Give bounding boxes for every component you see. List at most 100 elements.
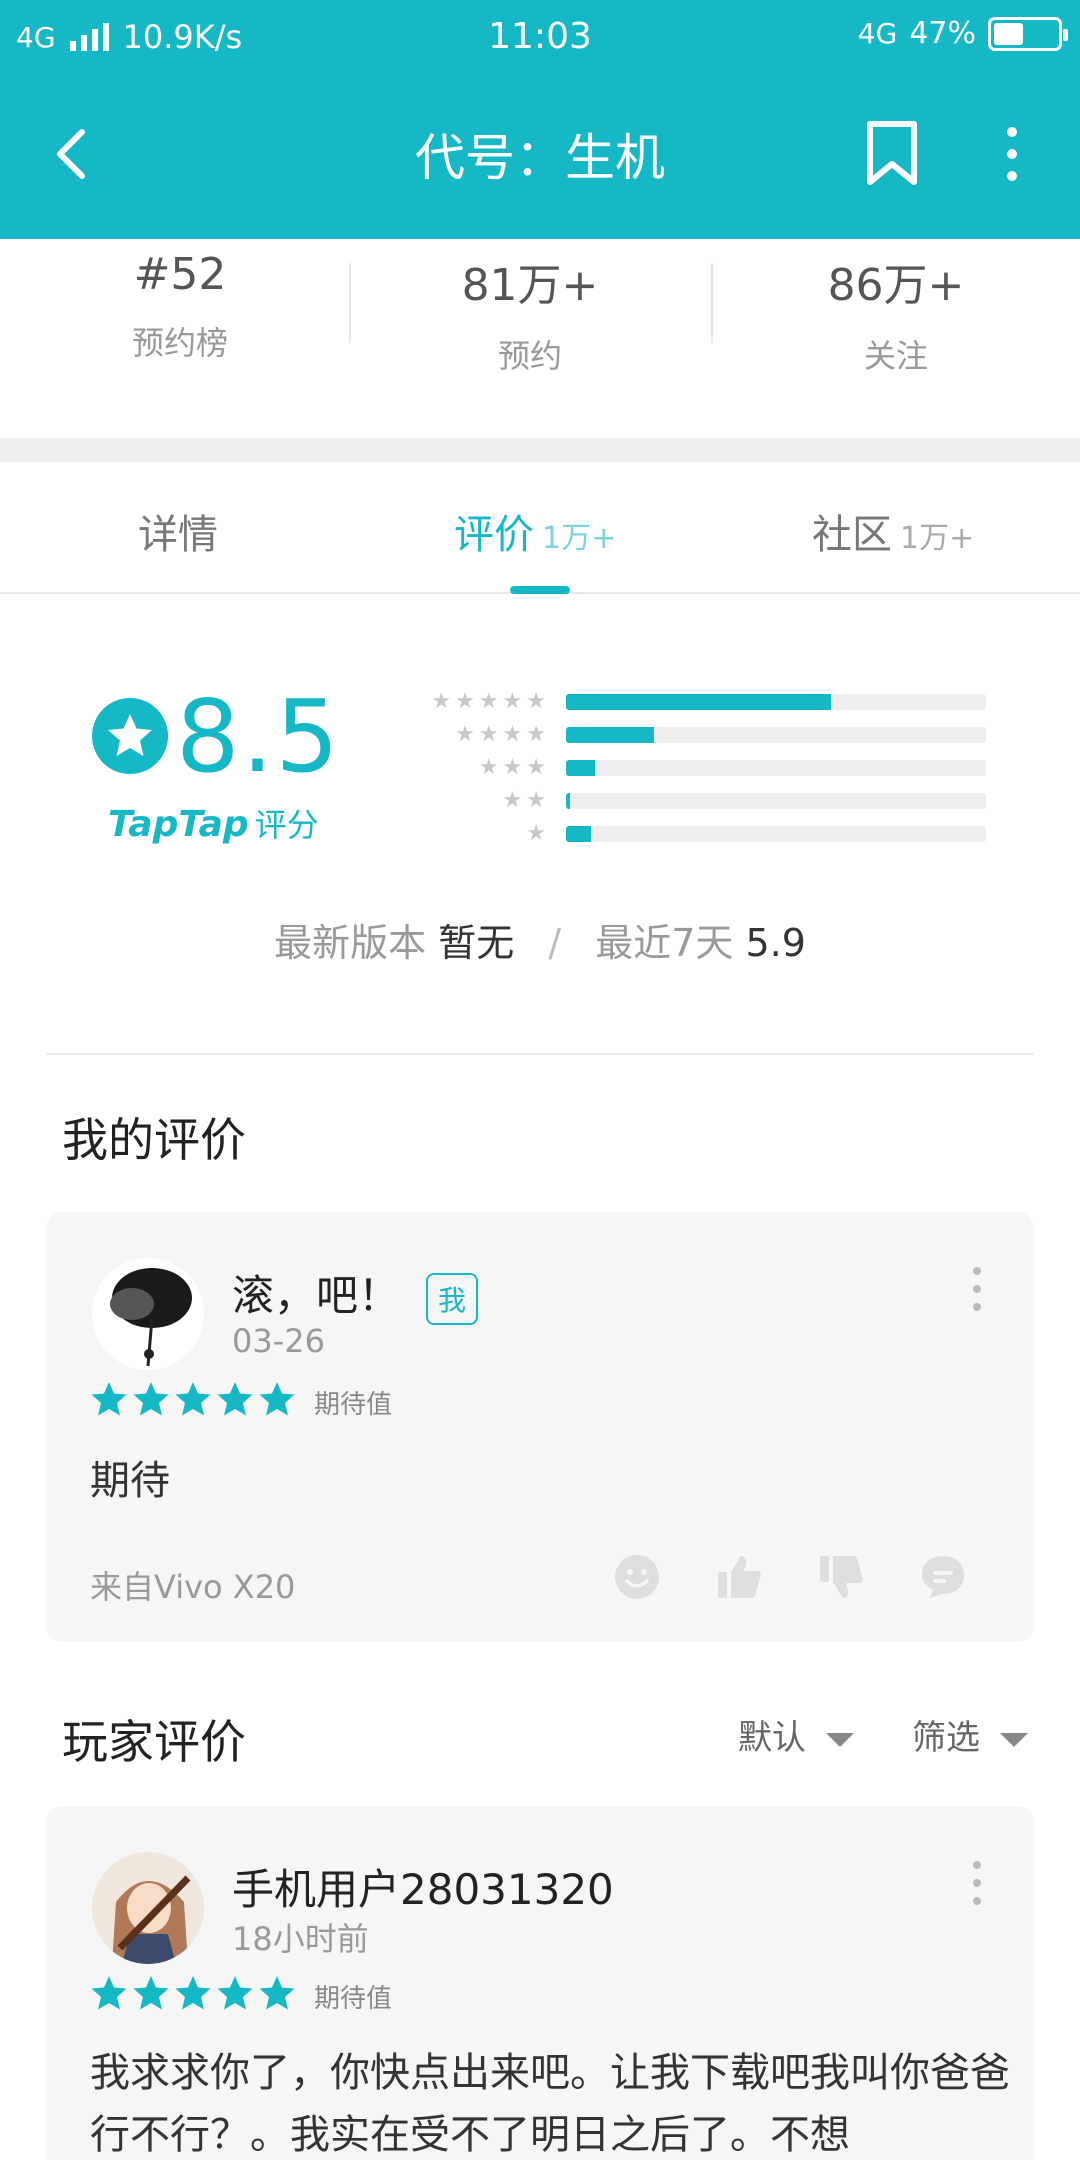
rating-row-2-star: ★★ — [410, 789, 990, 813]
player-reviews-title: 玩家评价 — [62, 1715, 246, 1769]
stat-followers: 86万+ 关注 — [716, 249, 1076, 377]
brand-suffix: 评分 — [254, 806, 319, 844]
star-count-icon: ★★★★ — [455, 722, 550, 747]
star-badge-icon — [92, 698, 168, 774]
latest-version-value: 暂无 — [438, 921, 515, 965]
game-stats: #52 预约榜 81万+ 预约 86万+ 关注 — [0, 239, 1080, 439]
my-review-title: 我的评价 — [62, 1113, 246, 1167]
review-stars — [90, 1380, 296, 1418]
rating-row-3-star: ★★★ — [410, 756, 990, 780]
my-review-card[interactable]: 滚，吧！ 我 03-26 期待值 期待 来自Vivo X20 — [46, 1212, 1034, 1642]
more-vertical-icon[interactable] — [1002, 126, 1022, 182]
stat-label: 关注 — [863, 337, 928, 375]
tab-count: 1万+ — [542, 521, 617, 556]
sort-label: 默认 — [738, 1718, 806, 1758]
avatar[interactable] — [92, 1852, 204, 1964]
tab-community[interactable]: 社区 1万+ — [812, 502, 974, 560]
review-stars — [90, 1974, 296, 2012]
battery-icon — [988, 16, 1068, 51]
star-count-icon: ★★★★★ — [431, 689, 550, 714]
more-vertical-icon[interactable] — [970, 1860, 984, 1906]
stat-value: 81万+ — [461, 260, 599, 311]
recent-label: 最近7天 — [595, 921, 734, 965]
divider — [711, 263, 713, 343]
filter-dropdown[interactable]: 筛选 — [912, 1710, 1028, 1759]
review-device: 来自Vivo X20 — [90, 1568, 296, 1606]
brand-name: TapTap — [108, 804, 249, 845]
tab-label: 社区 — [812, 512, 892, 558]
star-count-icon: ★★ — [502, 788, 550, 813]
sort-dropdown[interactable]: 默认 — [738, 1710, 854, 1759]
stat-value: 86万+ — [827, 260, 965, 311]
battery-percent: 47% — [909, 16, 976, 51]
tab-label: 详情 — [138, 512, 218, 558]
star-count-icon: ★★★ — [478, 755, 550, 780]
rating-bar-fill — [566, 727, 655, 743]
review-date: 18小时前 — [232, 1920, 369, 1958]
rating-bar-fill — [566, 760, 596, 776]
app-bar: 代号：生机 — [0, 74, 1080, 239]
tab-count: 1万+ — [900, 521, 975, 556]
latest-version-label: 最新版本 — [274, 921, 427, 965]
review-date: 03-26 — [232, 1322, 325, 1360]
tab-reviews[interactable]: 评价 1万+ — [454, 502, 616, 560]
section-band — [0, 438, 1080, 462]
rating-brand: TapTap 评分 — [108, 800, 319, 846]
avatar[interactable] — [92, 1258, 204, 1370]
separator-slash: / — [548, 921, 562, 965]
star-icon — [217, 1382, 253, 1416]
rating-bar-fill — [566, 694, 831, 710]
divider — [46, 1053, 1034, 1055]
star-icon — [175, 1382, 211, 1416]
battery-fill — [994, 22, 1024, 45]
chevron-down-icon — [1000, 1732, 1028, 1747]
network-type-right: 4G — [857, 17, 898, 50]
emoji-icon[interactable] — [612, 1552, 662, 1602]
stat-label: 预约 — [497, 337, 562, 375]
star-icon — [133, 1976, 169, 2010]
rating-bar — [566, 727, 986, 743]
star-icon — [259, 1976, 295, 2010]
tab-label: 评价 — [454, 512, 534, 558]
tab-bar: 详情 评价 1万+ 社区 1万+ — [0, 462, 1080, 594]
rating-subline: 最新版本 暂无 / 最近7天 5.9 — [0, 912, 1080, 967]
star-icon — [133, 1382, 169, 1416]
tab-details[interactable]: 详情 — [138, 502, 218, 560]
thumbs-up-icon[interactable] — [714, 1552, 764, 1602]
review-username[interactable]: 滚，吧！ 我 — [232, 1262, 479, 1325]
rating-row-4-star: ★★★★ — [410, 723, 990, 747]
thumbs-down-icon[interactable] — [816, 1552, 866, 1602]
more-vertical-icon[interactable] — [970, 1266, 984, 1312]
review-text: 我求求你了，你快点出来吧。让我下载吧我叫你爸爸行不行？。我实在受不了明日之后了。… — [90, 2050, 1010, 2158]
username-text: 滚，吧！ — [232, 1271, 401, 1320]
rating-bar — [566, 793, 986, 809]
tab-indicator — [510, 586, 570, 594]
filter-label: 筛选 — [912, 1718, 980, 1758]
rating-row-5-star: ★★★★★ — [410, 690, 990, 714]
stat-label: 预约榜 — [131, 324, 228, 362]
star-icon — [259, 1382, 295, 1416]
star-icon — [91, 1382, 127, 1416]
rating-bar — [566, 826, 986, 842]
comment-icon[interactable] — [918, 1552, 968, 1602]
rating-bar-fill — [566, 826, 592, 842]
bookmark-icon[interactable] — [864, 120, 920, 186]
recent-value: 5.9 — [745, 921, 806, 965]
rating-bar — [566, 760, 986, 776]
rating-bar — [566, 694, 986, 710]
review-text: 期待 — [90, 1458, 170, 1504]
status-bar: 4G 10.9K/s 11:03 4G 47% — [0, 0, 1080, 74]
star-label: 期待值 — [314, 1984, 393, 2014]
star-icon — [175, 1976, 211, 2010]
stat-reservations: 81万+ 预约 — [350, 249, 710, 377]
chevron-down-icon — [826, 1732, 854, 1747]
stat-rank[interactable]: #52 预约榜 — [0, 249, 360, 364]
rating-score: 8.5 — [176, 678, 342, 795]
star-label: 期待值 — [314, 1390, 393, 1420]
star-icon — [217, 1976, 253, 2010]
review-username[interactable]: 手机用户28031320 — [232, 1856, 614, 1917]
player-review-card[interactable]: 手机用户28031320 18小时前 期待值 我求求你了，你快点出来吧。让我下载… — [46, 1806, 1034, 2160]
status-right: 4G 47% — [857, 16, 1068, 51]
rating-bar-fill — [566, 793, 571, 809]
rating-row-1-star: ★ — [410, 822, 990, 846]
